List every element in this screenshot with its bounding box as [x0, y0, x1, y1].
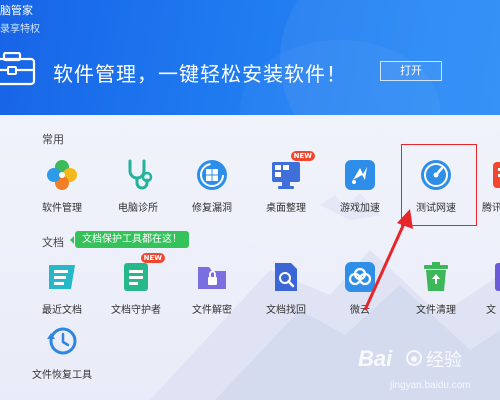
desktop-icon: NEW: [269, 151, 315, 192]
tool-fix-vulnerability[interactable]: 修复漏洞: [174, 158, 250, 214]
tool-label: 文: [486, 305, 496, 316]
new-badge: NEW: [140, 253, 165, 263]
tool-pc-clinic[interactable]: 电脑诊所: [100, 158, 176, 214]
member-privilege-link[interactable]: 录享特权: [0, 20, 40, 35]
file-icon: [491, 260, 500, 294]
docs-tip-badge: 文档保护工具都在这！: [70, 231, 189, 248]
game-boost-icon: [343, 158, 377, 192]
tool-file-partial[interactable]: 文: [470, 260, 500, 316]
tool-label: 桌面整理: [266, 203, 306, 214]
new-badge: NEW: [290, 151, 315, 161]
svg-text:经验: 经验: [426, 350, 462, 371]
tool-recent-docs[interactable]: 最近文档: [24, 260, 100, 316]
windows-repair-icon: [195, 158, 229, 192]
tool-software-manager[interactable]: 软件管理: [24, 158, 100, 214]
clover-icon: [45, 158, 79, 192]
stethoscope-icon: [121, 158, 155, 192]
tool-doc-guardian[interactable]: NEW 文档守护者: [98, 253, 174, 316]
tool-label: 文档守护者: [111, 305, 161, 316]
section-label-common: 常用: [42, 133, 64, 146]
red-arrow-icon: [363, 209, 413, 311]
tool-label: 最近文档: [42, 305, 82, 316]
tencent-icon: [491, 158, 500, 192]
headline: 软件管理，一键轻松安装软件！: [53, 62, 347, 86]
tool-label: 软件管理: [42, 203, 82, 214]
tool-file-restore[interactable]: 文件恢复工具: [24, 325, 100, 381]
svg-text:Bai: Bai: [358, 346, 393, 371]
header-banner: 脑管家 录享特权 软件管理，一键轻松安装软件！ 打开: [0, 0, 500, 115]
tool-label: 文件恢复工具: [32, 370, 92, 381]
app-title: 脑管家: [0, 4, 33, 17]
tool-label: 文件解密: [192, 305, 232, 316]
svg-text:jingyan.baidu.com: jingyan.baidu.com: [389, 380, 471, 391]
section-label-docs: 文档: [42, 236, 64, 249]
tool-desktop-organizer[interactable]: NEW 桌面整理: [248, 151, 324, 214]
open-button[interactable]: 打开: [380, 61, 442, 81]
recent-docs-icon: [45, 260, 79, 294]
tool-label: 电脑诊所: [118, 203, 158, 214]
folder-lock-icon: [195, 260, 229, 294]
doc-search-icon: [269, 260, 303, 294]
tool-file-decrypt[interactable]: 文件解密: [174, 260, 250, 316]
baidu-watermark: Bai 经验 jingyan.baidu.com: [358, 346, 471, 391]
tool-doc-recovery[interactable]: 文档找回: [248, 260, 324, 316]
file-restore-icon: [45, 325, 79, 359]
tool-label: 腾讯: [482, 203, 500, 214]
tool-label: 修复漏洞: [192, 203, 232, 214]
tool-label: 文档找回: [266, 305, 306, 316]
doc-guardian-icon: NEW: [119, 253, 165, 294]
toolbox-icon: [0, 51, 40, 86]
